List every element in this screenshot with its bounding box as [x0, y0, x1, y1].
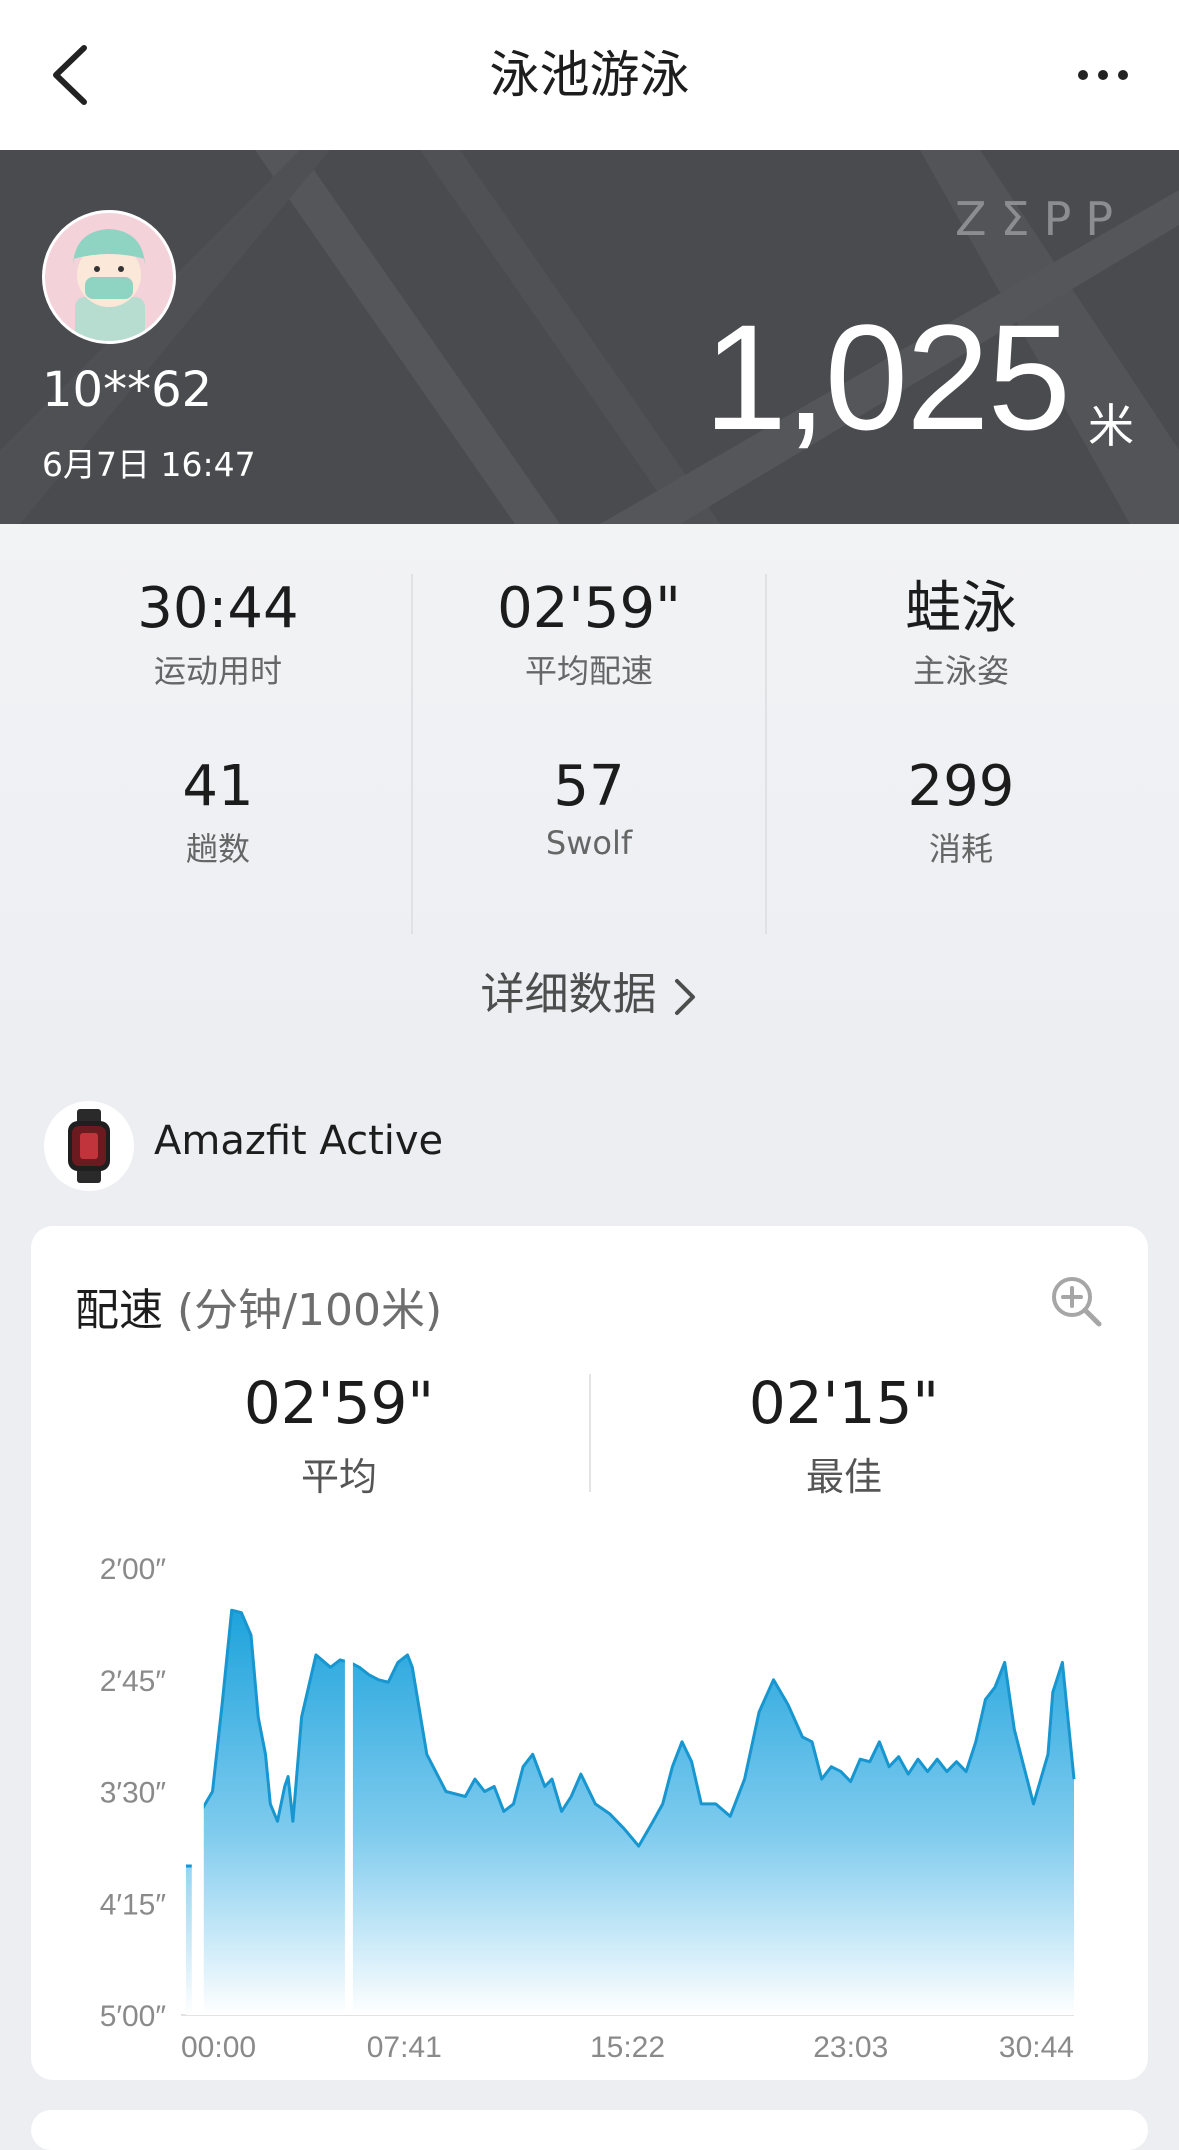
distance-value: 1,025 [703, 293, 1071, 461]
stat-label: 主泳姿 [912, 652, 1009, 690]
stat-calories: 299 消耗 [775, 752, 1147, 870]
y-tick-label: 5′00″ [100, 2000, 167, 2033]
stat-value: 蛙泳 [905, 576, 1017, 641]
nav-bar: 泳池游泳 [0, 0, 1179, 150]
stat-label: 消耗 [928, 830, 993, 868]
rest-gap [344, 1568, 353, 2015]
pace-area [186, 1610, 1074, 2015]
stat-main-stroke: 蛙泳 主泳姿 [775, 574, 1147, 692]
stat-label: Swolf [545, 824, 633, 862]
x-tick-label: 15:22 [590, 2031, 665, 2064]
workout-summary-banner: 10**62 6月7日 16:47 ZΣPP 1,025 米 [0, 150, 1179, 524]
chevron-right-icon [674, 979, 695, 1015]
next-card [31, 2110, 1148, 2150]
y-tick-label: 2′45″ [100, 1665, 167, 1698]
stat-swolf: 57 Swolf [403, 752, 775, 862]
stat-value: 57 [553, 754, 625, 819]
stat-duration: 30:44 运动用时 [32, 574, 404, 692]
device-name: Amazfit Active [154, 1118, 444, 1164]
zepp-logo: ZΣPP [955, 192, 1128, 246]
stat-label: 平均配速 [524, 652, 653, 690]
distance-unit: 米 [1088, 399, 1134, 453]
workout-datetime: 6月7日 16:47 [42, 445, 256, 484]
pace-card: 配速 (分钟/100米) 02'59" 平均 02'15" 最佳 2′00″ 2′… [31, 1226, 1148, 2080]
detail-data-label: 详细数据 [480, 969, 657, 1020]
y-tick-label: 2′00″ [100, 1553, 167, 1586]
pace-chart: 2′00″ 2′45″ 3′30″ 4′15″ 5′00″ 00:00 07:41 15:2… [100, 1553, 1076, 2064]
stat-label: 趟数 [185, 830, 250, 868]
user-name: 10**62 [42, 362, 213, 418]
stat-value: 41 [182, 754, 254, 819]
x-tick-label: 23:03 [813, 2031, 888, 2064]
page-title: 泳池游泳 [489, 46, 690, 104]
x-tick-label: 00:00 [181, 2031, 256, 2064]
stat-avg-pace: 02'59" 平均配速 [403, 574, 775, 692]
stat-label: 运动用时 [153, 652, 282, 690]
x-tick-label: 30:44 [999, 2031, 1074, 2064]
stat-value: 02'59" [497, 576, 681, 641]
stat-value: 30:44 [137, 576, 299, 641]
avatar[interactable] [42, 210, 176, 344]
watch-image [68, 1109, 110, 1183]
y-tick-label: 3′30″ [100, 1777, 167, 1810]
rest-gap [191, 1568, 204, 2015]
more-icon[interactable] [1075, 60, 1135, 90]
stat-laps: 41 趟数 [32, 752, 404, 870]
x-tick-label: 07:41 [367, 2031, 442, 2064]
stat-value: 299 [907, 754, 1015, 819]
detail-data-link[interactable]: 详细数据 [0, 958, 1179, 1022]
avatar-image [45, 213, 173, 341]
y-tick-label: 4′15″ [100, 1888, 167, 1921]
watch-icon [44, 1101, 134, 1191]
